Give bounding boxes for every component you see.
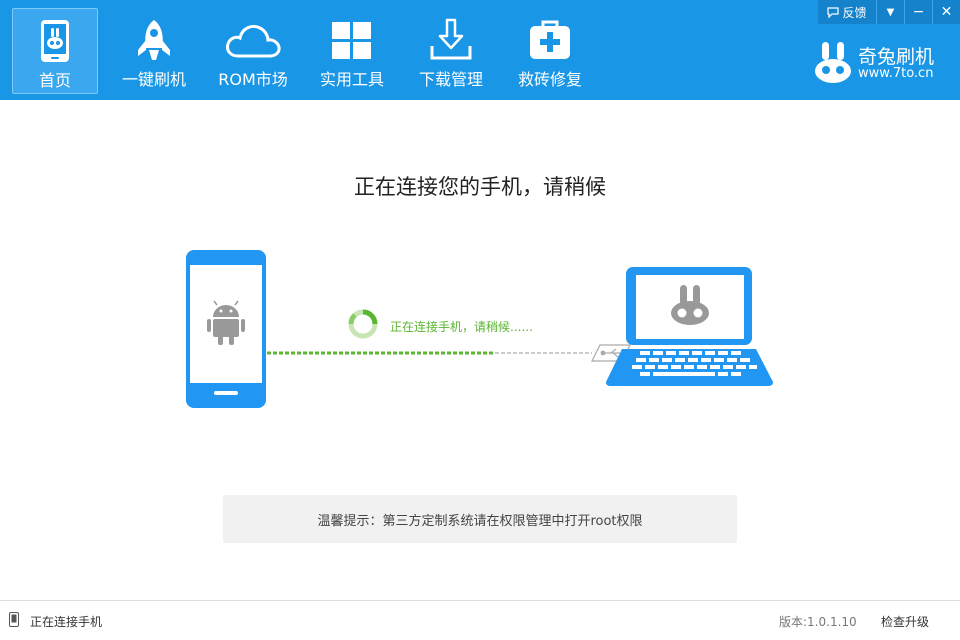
brand-name: 奇兔刷机 <box>858 46 935 68</box>
rabbit-logo-icon <box>815 42 851 83</box>
phone-icon <box>9 612 19 627</box>
nav-brick-repair[interactable]: 救砖修复 <box>507 8 593 94</box>
phone-illustration <box>186 250 266 408</box>
check-upgrade-link[interactable]: 检查升级 <box>881 613 929 630</box>
rocket-icon <box>138 20 170 60</box>
nav-one-click-flash-label: 一键刷机 <box>121 70 186 89</box>
cloud-icon <box>226 24 281 58</box>
nav-rom-market-label: ROM市场 <box>218 70 288 89</box>
connecting-status-text: 正在连接手机，请稍候...... <box>390 320 533 334</box>
status-bar: 正在连接手机 版本:1.0.1.10 检查升级 <box>0 600 960 640</box>
nav-download-manager-label: 下载管理 <box>418 70 483 89</box>
tip-text: 温馨提示：第三方定制系统请在权限管理中打开root权限 <box>317 513 643 529</box>
nav-download-manager[interactable]: 下载管理 <box>408 8 494 94</box>
feedback-button[interactable]: 反馈 <box>818 0 876 24</box>
minimize-button[interactable]: − <box>904 0 932 24</box>
chevron-down-icon: ▼ <box>886 6 895 18</box>
close-button[interactable]: ✕ <box>932 0 960 24</box>
tip-banner: 温馨提示：第三方定制系统请在权限管理中打开root权限 <box>223 495 737 543</box>
brand-logo: 奇兔刷机 www.7to.cn <box>814 40 954 90</box>
loading-spinner-icon <box>348 309 378 339</box>
close-icon: ✕ <box>940 4 953 20</box>
nav-home-label: 首页 <box>38 71 71 90</box>
brand-url: www.7to.cn <box>858 66 934 81</box>
connection-illustration <box>186 250 773 408</box>
connection-status: 正在连接手机 <box>30 615 103 629</box>
download-icon <box>430 18 472 60</box>
nav-home[interactable]: 首页 <box>12 8 98 94</box>
nav-utilities-label: 实用工具 <box>319 70 384 89</box>
feedback-label: 反馈 <box>842 5 867 20</box>
laptop-illustration <box>606 267 773 386</box>
version-label: 版本:1.0.1.10 <box>779 615 857 629</box>
speech-bubble-icon <box>827 6 840 18</box>
minimize-icon: − <box>912 4 925 20</box>
nav-one-click-flash[interactable]: 一键刷机 <box>111 8 197 94</box>
windows-grid-icon <box>332 22 371 59</box>
top-nav-bar: 首页 一键刷机 ROM市场 实用工具 下载管理 救砖修复 反馈 ▼ − ✕ 奇兔… <box>0 0 960 100</box>
nav-brick-repair-label: 救砖修复 <box>517 70 582 89</box>
page-title: 正在连接您的手机，请稍候 <box>354 175 606 199</box>
phone-rabbit-icon <box>41 20 69 62</box>
nav-rom-market[interactable]: ROM市场 <box>210 8 296 94</box>
medical-kit-icon <box>530 20 570 59</box>
window-controls: 反馈 ▼ − ✕ <box>818 0 960 24</box>
nav-utilities[interactable]: 实用工具 <box>309 8 395 94</box>
menu-dropdown-button[interactable]: ▼ <box>876 0 904 24</box>
